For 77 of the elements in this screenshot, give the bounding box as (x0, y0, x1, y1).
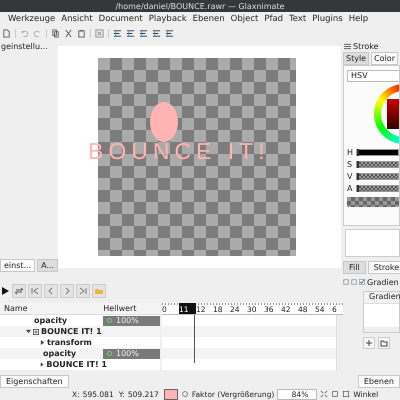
page-icon[interactable] (331, 390, 340, 398)
menu-item[interactable]: Playback (148, 14, 187, 24)
menu-item[interactable]: Plugins (312, 14, 343, 24)
property-name: BOUNCE IT! 1 (41, 327, 102, 336)
column-header[interactable]: Name (0, 303, 104, 314)
column-header[interactable]: Gradien (364, 292, 399, 304)
property-name: opacity (34, 316, 68, 325)
previous-frame-icon[interactable] (44, 284, 58, 298)
dock-tab[interactable]: Eigenschaften (0, 375, 69, 388)
value-field[interactable]: 100% (103, 348, 160, 358)
menu-item[interactable]: Ansicht (61, 14, 93, 24)
fit-icon[interactable] (320, 390, 328, 398)
align-icon[interactable] (152, 28, 161, 38)
menu-item[interactable]: Help (348, 14, 368, 24)
menu-item[interactable]: Document (98, 14, 143, 24)
panel-title: geinstellu... (0, 40, 49, 52)
frame-icon[interactable] (342, 390, 350, 398)
menu-icon[interactable] (344, 42, 351, 50)
align-icon[interactable] (165, 28, 174, 38)
panel-title: Stroke (353, 42, 378, 50)
color-slider[interactable] (356, 148, 399, 156)
color-swatch[interactable] (164, 388, 178, 400)
slider-handle[interactable] (357, 184, 359, 192)
loop-icon[interactable] (12, 284, 26, 298)
new-file-icon[interactable] (2, 28, 11, 38)
panel-tab[interactable]: einst... (0, 259, 36, 272)
dock-tab[interactable]: Stroke (368, 261, 400, 274)
slider-handle[interactable] (357, 172, 359, 180)
property-name: transform (47, 338, 92, 347)
align-icon[interactable] (113, 28, 122, 38)
next-frame-icon[interactable] (60, 284, 74, 298)
slider-label: A (347, 184, 352, 192)
menu-item[interactable]: Text (289, 14, 306, 24)
checkbox-label: Gradien (367, 278, 399, 286)
panel-tab[interactable]: Color (371, 52, 398, 65)
dock-tab[interactable]: Fill (343, 261, 366, 274)
layer-icon (33, 328, 39, 334)
column-header[interactable]: Hellwert (103, 303, 160, 314)
color-slider[interactable] (356, 160, 399, 168)
paste-icon[interactable] (77, 28, 86, 38)
select-icon[interactable] (95, 28, 104, 38)
value-field[interactable]: 100% (103, 316, 160, 326)
scrollbar[interactable] (364, 327, 399, 332)
zoom-icon[interactable] (180, 390, 189, 398)
expand-arrow-icon[interactable] (40, 340, 45, 345)
align-icon[interactable] (139, 28, 148, 38)
slider-label: H (347, 148, 352, 156)
color-preview (347, 197, 399, 207)
menu-item[interactable]: Werkzeuge (8, 14, 56, 24)
align-icon[interactable] (126, 28, 135, 38)
copy-icon[interactable] (51, 28, 60, 38)
property-name: BOUNCE IT! 1 (46, 360, 107, 369)
menu-item[interactable]: Ebenen (192, 14, 225, 24)
color-slider[interactable] (356, 184, 399, 192)
panel-tab[interactable]: A... (37, 259, 58, 272)
cut-icon[interactable] (64, 28, 73, 38)
menu-item[interactable]: Object (230, 14, 258, 24)
color-slider[interactable] (356, 172, 399, 180)
panel-tab[interactable]: Style (343, 52, 370, 65)
slider-label: S (347, 160, 352, 168)
folder-icon[interactable] (378, 337, 390, 349)
window-title: /home/daniel/BOUNCE.rawr — Glaxnimate (115, 2, 285, 10)
slider-handle[interactable] (357, 148, 359, 156)
color-model-dropdown[interactable]: HSV (347, 70, 399, 82)
dock-tab[interactable]: Ebenen (358, 375, 400, 388)
gradient-list[interactable]: Gradien (363, 291, 400, 333)
play-icon[interactable] (0, 286, 10, 296)
property-name: opacity (43, 349, 76, 358)
menu-item[interactable]: Pfad (264, 14, 284, 24)
slider-handle[interactable] (357, 160, 359, 168)
first-frame-icon[interactable] (28, 284, 42, 298)
expand-arrow-icon[interactable] (26, 329, 31, 334)
checkbox[interactable] (359, 279, 365, 285)
last-frame-icon[interactable] (76, 284, 90, 298)
add-icon[interactable] (363, 337, 375, 349)
expand-arrow-icon[interactable] (40, 362, 44, 367)
slider-label: V (347, 172, 352, 180)
